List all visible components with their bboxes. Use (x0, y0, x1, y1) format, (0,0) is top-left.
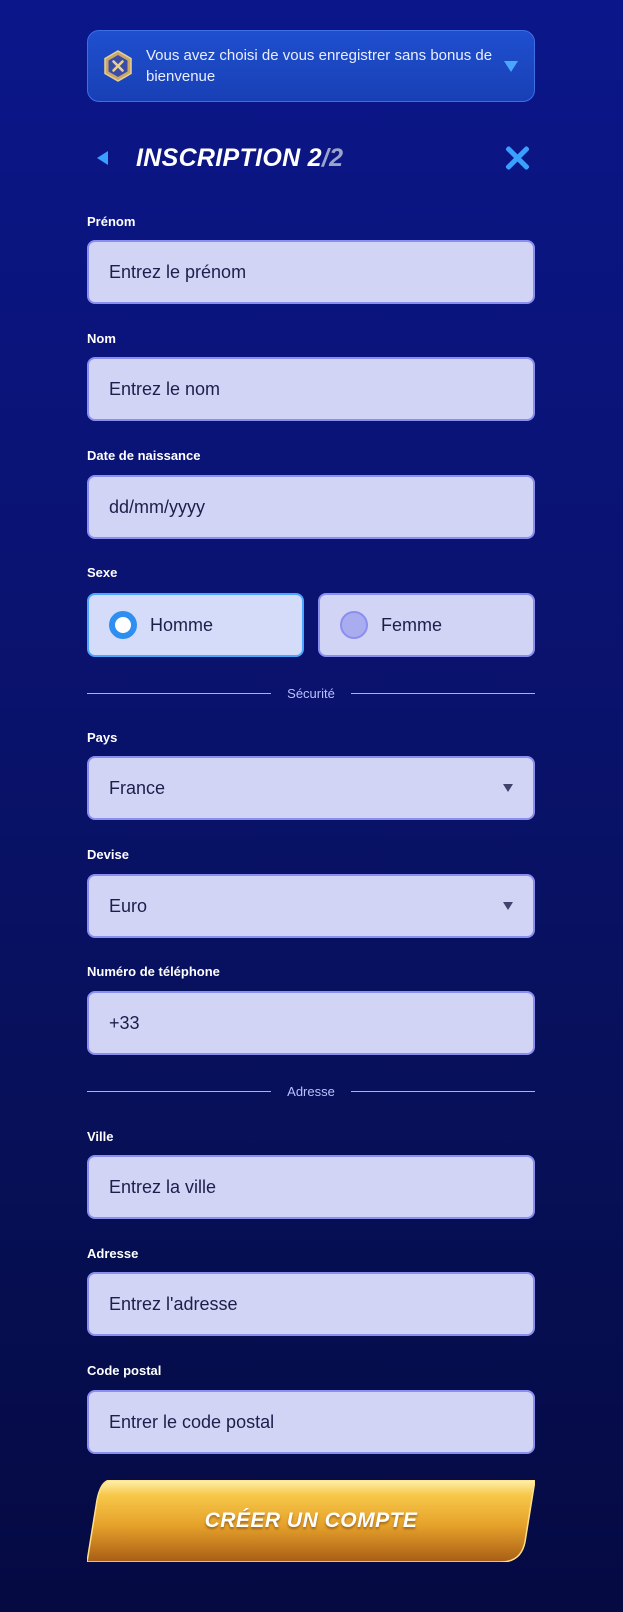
create-account-label: CRÉER UN COMPTE (204, 1509, 418, 1532)
phone-label: Numéro de téléphone (87, 964, 220, 979)
radio-selected-icon (109, 611, 137, 639)
birth-date-field[interactable] (87, 475, 535, 539)
back-arrow-icon[interactable] (97, 151, 108, 165)
country-value: France (109, 777, 166, 798)
chevron-down-icon (503, 784, 513, 792)
address-field[interactable] (87, 1272, 535, 1336)
form-header: INSCRIPTION 2/2 (87, 138, 535, 178)
divider-line (350, 1090, 536, 1092)
close-icon[interactable] (503, 144, 531, 172)
security-divider-text: Sécurité (287, 685, 335, 701)
bonus-banner[interactable]: Vous avez choisi de vous enregistrer san… (87, 30, 535, 102)
address-label: Adresse (87, 1246, 139, 1261)
country-label: Pays (87, 730, 118, 745)
chevron-down-icon (503, 902, 513, 910)
gender-option-homme[interactable]: Homme (87, 593, 304, 657)
first-name-label: Prénom (87, 214, 136, 229)
first-name-field[interactable] (87, 240, 535, 304)
phone-field[interactable] (87, 991, 535, 1055)
divider-line (87, 692, 272, 694)
title-step-total: /2 (321, 143, 344, 172)
city-label: Ville (87, 1129, 114, 1144)
birth-date-input[interactable] (109, 496, 513, 518)
postal-code-field[interactable] (87, 1390, 535, 1454)
gender-option-femme[interactable]: Femme (318, 593, 535, 657)
bonus-declined-icon (102, 50, 134, 82)
last-name-label: Nom (87, 331, 116, 346)
gender-option-label: Femme (381, 614, 443, 635)
caret-down-icon[interactable] (504, 60, 518, 72)
page-title: INSCRIPTION 2/2 (136, 144, 343, 173)
country-select[interactable]: France (87, 756, 535, 820)
gender-label: Sexe (87, 565, 118, 580)
security-divider: Sécurité (87, 683, 536, 703)
create-account-button[interactable]: CRÉER UN COMPTE (87, 1480, 535, 1562)
city-input[interactable] (109, 1176, 513, 1198)
last-name-field[interactable] (87, 357, 535, 421)
title-main: INSCRIPTION 2 (136, 143, 322, 172)
postal-code-input[interactable] (109, 1411, 513, 1433)
gender-option-label: Homme (150, 614, 214, 635)
address-input[interactable] (109, 1293, 513, 1315)
bonus-banner-text: Vous avez choisi de vous enregistrer san… (146, 47, 493, 85)
divider-line (87, 1090, 272, 1092)
postal-code-label: Code postal (87, 1363, 162, 1378)
last-name-input[interactable] (109, 378, 513, 400)
radio-unselected-icon (340, 611, 368, 639)
currency-label: Devise (87, 847, 129, 862)
address-divider-text: Adresse (287, 1083, 335, 1099)
city-field[interactable] (87, 1155, 535, 1219)
address-divider: Adresse (87, 1081, 536, 1101)
currency-value: Euro (109, 895, 148, 916)
birth-date-label: Date de naissance (87, 448, 201, 463)
currency-select[interactable]: Euro (87, 874, 535, 938)
phone-input[interactable] (109, 1012, 513, 1034)
divider-line (350, 692, 536, 694)
first-name-input[interactable] (109, 261, 513, 283)
